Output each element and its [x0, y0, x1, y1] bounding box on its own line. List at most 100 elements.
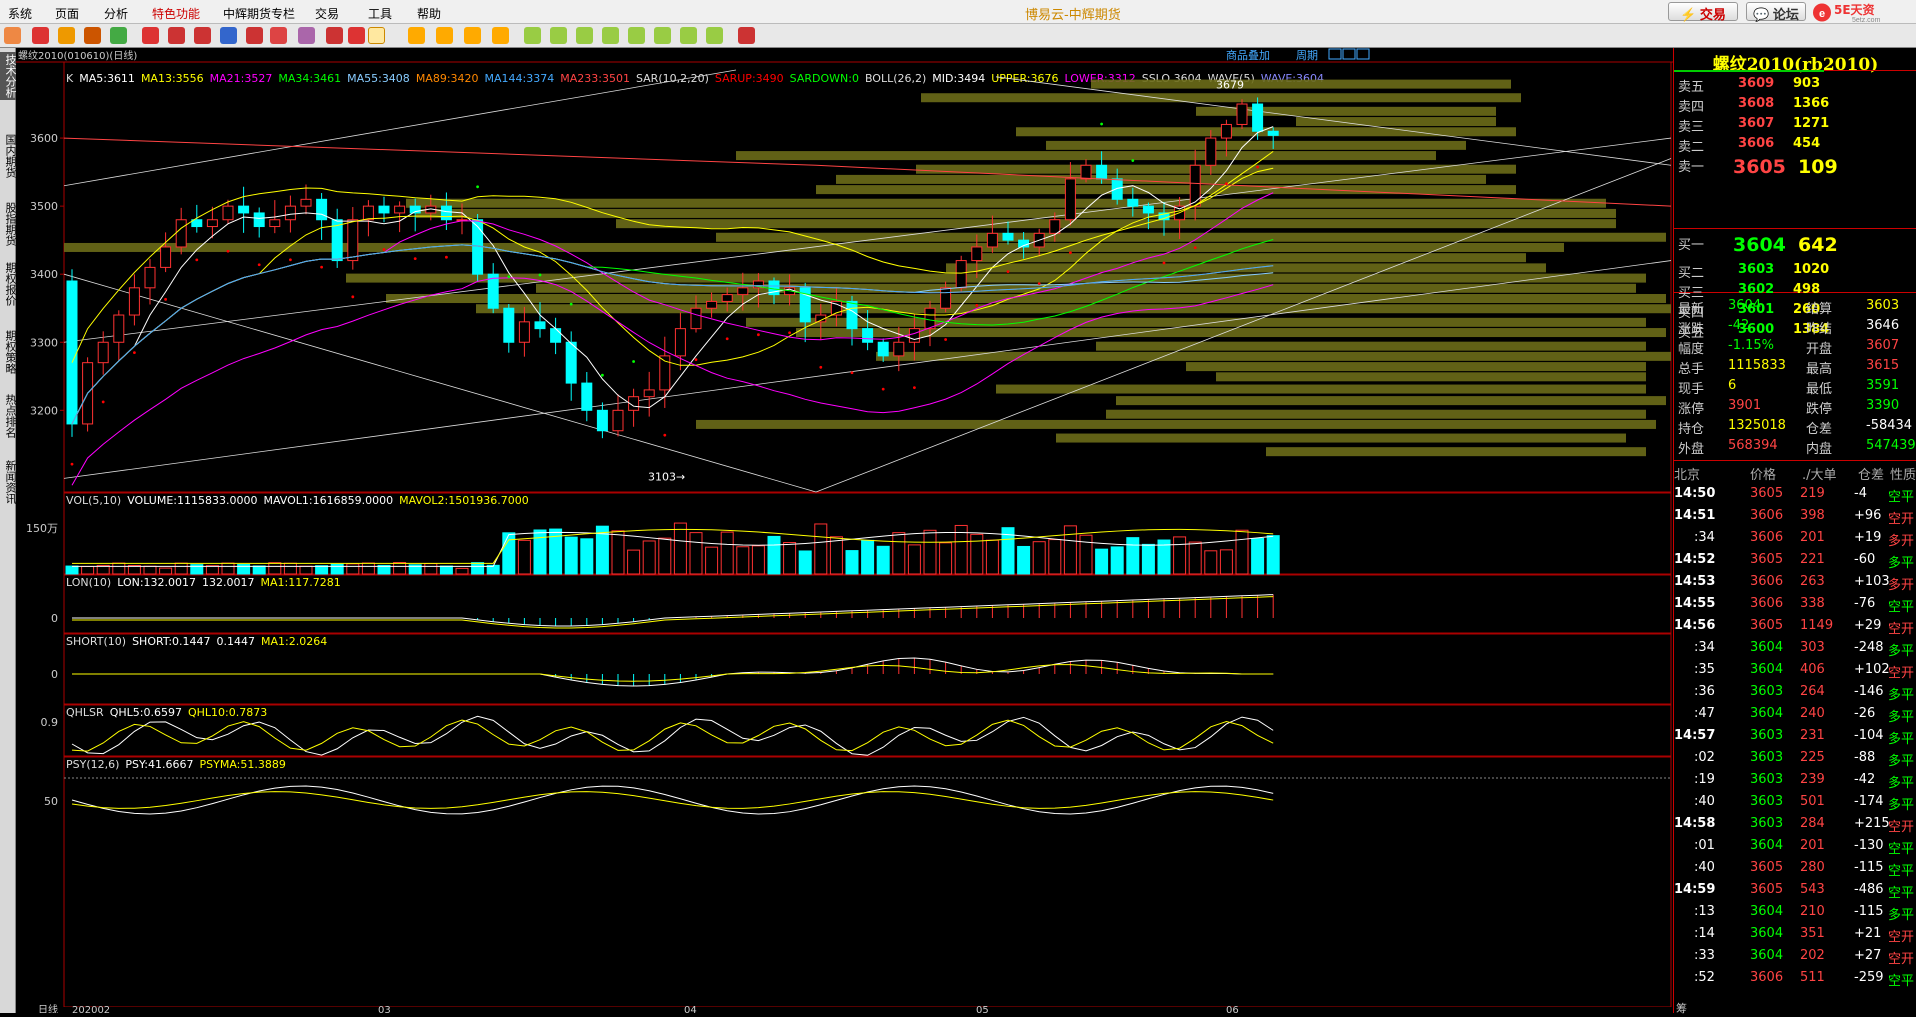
toolbar-icon-4[interactable] [110, 27, 127, 44]
volume-bar [829, 536, 843, 575]
ts-cell: 3606 [1750, 508, 1784, 523]
stat-row: 现手 6 最低 3591 [1678, 376, 1914, 397]
bid-volume: 642 [1798, 234, 1838, 256]
trade-button[interactable]: ⚡ 交易 [1668, 2, 1738, 22]
candle-body [66, 280, 78, 425]
toolbar [0, 24, 1916, 48]
volume-bar [783, 542, 797, 575]
toolbar-icon-22[interactable] [602, 27, 619, 44]
volume-profile-bar [1116, 396, 1666, 406]
toolbar-icon-9[interactable] [246, 27, 263, 44]
ts-cell: :33 [1694, 948, 1715, 963]
sar-dot [944, 338, 947, 341]
toolbar-icon-2[interactable] [58, 27, 75, 44]
stat-label: 总手 [1678, 362, 1705, 377]
menu-item-3[interactable]: 特色功能 [152, 5, 200, 22]
menu-item-4[interactable]: 中辉期货专栏 [223, 5, 295, 22]
toolbar-icon-3[interactable] [84, 27, 101, 44]
candle-body [503, 307, 515, 343]
volume-bar [268, 562, 282, 575]
chart-area[interactable]: 螺纹2010(010610)(日线) 商品叠加 周期 K MA5:3611 MA13:35… [16, 48, 1673, 1016]
ts-cell: 多平 [1888, 556, 1915, 571]
side-tab-4[interactable]: 期权策略 [0, 328, 17, 376]
toolbar-icon-0[interactable] [4, 27, 21, 44]
ts-cell: 多平 [1888, 644, 1915, 659]
bid-price: 3604 [1733, 234, 1786, 256]
toolbar-icon-1[interactable] [32, 27, 49, 44]
toolbar-icon-21[interactable] [576, 27, 593, 44]
overlay-link[interactable]: 商品叠加 [1226, 48, 1270, 62]
menu-item-1[interactable]: 页面 [55, 5, 79, 22]
sar-dot [788, 331, 791, 335]
ts-cell: 多平 [1888, 710, 1915, 725]
side-tab-5[interactable]: 热点排名 [0, 392, 17, 440]
stat-value: -1.15% [1728, 338, 1774, 353]
toolbar-icon-25[interactable] [680, 27, 697, 44]
ask-volume: 454 [1793, 136, 1821, 151]
menu-item-7[interactable]: 帮助 [417, 5, 441, 22]
period-link[interactable]: 周期 [1296, 49, 1318, 62]
sar-dot [257, 263, 261, 267]
volume-bar [985, 539, 999, 575]
toolbar-icon-13[interactable] [348, 27, 365, 44]
volume-profile-bar [716, 232, 1666, 242]
menu-item-5[interactable]: 交易 [315, 5, 339, 22]
toolbar-icon-5[interactable] [142, 27, 159, 44]
candle-body [440, 205, 452, 221]
ts-cell: 空开 [1888, 622, 1915, 637]
volume-bar [564, 536, 578, 575]
sar-dot [195, 258, 199, 262]
volume-bar [939, 542, 953, 575]
toolbar-icon-8[interactable] [220, 27, 237, 44]
toolbar-icon-23[interactable] [628, 27, 645, 44]
side-tab-3[interactable]: 期权报价 [0, 260, 17, 308]
candle-body [721, 294, 733, 302]
toolbar-icon-24[interactable] [654, 27, 671, 44]
volume-bar [1110, 546, 1124, 575]
toolbar-icon-10[interactable] [270, 27, 287, 44]
ts-cell: 14:57 [1674, 728, 1716, 743]
toolbar-icon-19[interactable] [524, 27, 541, 44]
toolbar-icon-26[interactable] [706, 27, 723, 44]
toolbar-icon-17[interactable] [464, 27, 481, 44]
chip-tab[interactable]: 筹 [1676, 1000, 1687, 1016]
volume-profile-bar [836, 174, 1486, 184]
toolbar-icon-7[interactable] [194, 27, 211, 44]
ts-cell: 225 [1800, 750, 1825, 765]
candle-body [940, 287, 952, 309]
volume-profile-bar [1046, 140, 1466, 150]
toolbar-icon-12[interactable] [326, 27, 343, 44]
ask-row: 卖二 3606 454 [1678, 134, 1914, 155]
toolbar-icon-6[interactable] [168, 27, 185, 44]
menu-item-0[interactable]: 系统 [8, 5, 32, 22]
volume-profile-bar [1096, 341, 1646, 351]
toolbar-icon-20[interactable] [550, 27, 567, 44]
window-ctrl-icon[interactable] [1328, 48, 1342, 60]
psy-indicators: PSY(12,6) PSY:41.6667 PSYMA:51.3889 [66, 758, 286, 771]
toolbar-icon-15[interactable] [408, 27, 425, 44]
toolbar-icon-18[interactable] [492, 27, 509, 44]
forum-button[interactable]: 💬 论坛 [1746, 2, 1806, 22]
window-ctrl-icon[interactable] [1342, 48, 1356, 60]
toolbar-icon-27[interactable] [738, 27, 755, 44]
toolbar-icon-11[interactable] [298, 27, 315, 44]
volume-bar [517, 539, 531, 575]
side-tab-0[interactable]: 技术分析 [0, 52, 17, 100]
side-tab-2[interactable]: 股指期货 [0, 200, 17, 248]
menu-item-2[interactable]: 分析 [104, 5, 128, 22]
ts-cell: 3605 [1750, 882, 1784, 897]
toolbar-icon-16[interactable] [436, 27, 453, 44]
menu-item-6[interactable]: 工具 [368, 5, 392, 22]
candle-body [1267, 130, 1279, 136]
ts-cell: 398 [1800, 508, 1825, 523]
stat-row: 总手 1115833 最高 3615 [1678, 356, 1914, 377]
toolbar-icon-14[interactable] [368, 27, 385, 44]
volume-bar [705, 546, 719, 575]
ask-price: 3606 [1738, 136, 1775, 151]
ts-cell: 14:58 [1674, 816, 1716, 831]
kline-chart[interactable]: 螺纹2010(010610)(日线) 商品叠加 周期K MA5:3611 MA13:35… [16, 48, 1673, 1016]
price-tick: 3300 [30, 336, 58, 349]
window-ctrl-icon[interactable] [1356, 48, 1370, 60]
side-tab-1[interactable]: 国内期货 [0, 132, 17, 180]
side-tab-6[interactable]: 新闻资讯 [0, 458, 17, 506]
